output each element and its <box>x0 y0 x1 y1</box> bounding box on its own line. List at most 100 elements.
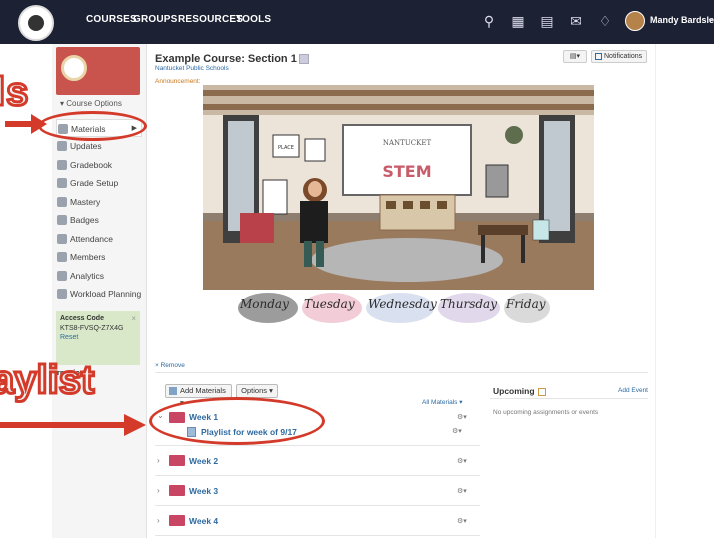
arrow-right-icon <box>0 414 146 436</box>
folder-label[interactable]: Week 4 <box>189 516 218 526</box>
school-logo[interactable] <box>18 5 54 41</box>
bitmoji-classroom-image[interactable]: NANTUCKET STEM PLACE <box>203 85 594 290</box>
user-avatar[interactable] <box>625 11 645 31</box>
notifications-button[interactable]: Notifications <box>591 50 647 63</box>
access-code-label: Access Code <box>60 315 104 322</box>
sidebar-item-label: Updates <box>70 141 102 151</box>
gradebook-icon <box>57 160 67 170</box>
sidebar-item-workload-planning[interactable]: Workload Planning <box>56 285 142 303</box>
course-options-label: Course Options <box>66 99 122 108</box>
week1-highlight-oval <box>149 397 325 445</box>
sidebar-item-label: Members <box>70 252 106 262</box>
sidebar-item-label: Badges <box>70 215 99 225</box>
nav-groups[interactable]: GROUPS <box>133 14 178 25</box>
add-event-link[interactable]: Add Event <box>618 387 648 394</box>
course-info-icon[interactable] <box>298 54 309 65</box>
course-options-toggle[interactable]: ▾ Course Options <box>60 99 122 108</box>
analytics-icon <box>57 271 67 281</box>
search-icon[interactable]: ⚲ <box>480 12 498 30</box>
nav-courses[interactable]: COURSES <box>86 14 137 25</box>
sidebar-item-mastery[interactable]: Mastery <box>56 193 142 211</box>
add-materials-icon <box>169 387 177 395</box>
heart-icon <box>61 55 87 81</box>
gear-icon[interactable]: ⚙▾ <box>457 517 467 525</box>
folder-icon <box>169 485 185 496</box>
upcoming-empty-message: No upcoming assignments or events <box>493 409 599 416</box>
folder-row-week-4[interactable]: › Week 4 ⚙▾ <box>155 506 480 536</box>
folder-icon <box>169 515 185 526</box>
upcoming-panel <box>488 376 650 538</box>
chevron-down-icon[interactable]: ⌄ <box>707 13 714 24</box>
view-toggle-button[interactable]: ▤▾ <box>563 50 587 63</box>
gear-icon[interactable]: ⚙▾ <box>457 413 467 421</box>
badge-icon <box>57 215 67 225</box>
access-code-box: Access Code KTS8-FVSQ-Z7X4G Reset × <box>56 311 140 365</box>
notifications-label: Notifications <box>604 53 643 60</box>
upcoming-heading: Upcoming <box>493 386 546 396</box>
school-link[interactable]: Nantucket Public Schools <box>155 65 229 72</box>
workload-planning-icon <box>57 289 67 299</box>
close-icon[interactable]: × <box>131 314 136 323</box>
sidebar-item-analytics[interactable]: Analytics <box>56 267 142 285</box>
folder-label[interactable]: Week 3 <box>189 486 218 496</box>
right-margin <box>655 44 714 538</box>
sidebar-item-members[interactable]: Members <box>56 248 142 266</box>
place-sign-text: PLACE <box>278 145 294 151</box>
add-materials-label: Add Materials <box>180 386 226 395</box>
sidebar-item-label: Gradebook <box>70 160 113 170</box>
grade-setup-icon <box>57 178 67 188</box>
day-wednesday: Wednesday <box>368 297 437 311</box>
attendance-icon <box>57 234 67 244</box>
members-icon <box>57 252 67 262</box>
add-materials-button[interactable]: Add Materials ▾ <box>165 384 232 407</box>
course-picture[interactable] <box>56 47 140 95</box>
upcoming-divider <box>490 398 648 399</box>
sidebar-item-label: Attendance <box>70 234 114 244</box>
announcement-label: Announcement: <box>155 78 201 85</box>
chevron-right-icon[interactable]: › <box>157 456 160 465</box>
remove-announcement-link[interactable]: × Remove <box>155 362 185 369</box>
weekday-banner-image: Monday Tuesday Wednesday Thursday Friday <box>232 293 550 325</box>
nav-resources[interactable]: RESOURCES <box>178 14 243 25</box>
updates-icon <box>57 141 67 151</box>
sidebar-item-badges[interactable]: Badges <box>56 211 142 229</box>
user-name[interactable]: Mandy Bardsley <box>650 15 714 25</box>
sidebar-item-label: Analytics <box>70 271 105 281</box>
materials-highlight-oval <box>38 111 147 141</box>
gear-icon[interactable]: ⚙▾ <box>457 457 467 465</box>
access-code-value: KTS8-FVSQ-Z7X4G <box>60 325 124 332</box>
all-materials-dropdown[interactable]: All Materials ▾ <box>422 398 462 406</box>
sidebar-item-grade-setup[interactable]: Grade Setup <box>56 174 142 192</box>
course-title-text: Example Course: Section 1 <box>155 53 297 65</box>
course-title: Example Course: Section 1 <box>155 53 309 65</box>
messages-icon[interactable]: ✉ <box>567 12 585 30</box>
options-label: Options <box>241 386 267 395</box>
sidebar-item-label: Workload Planning <box>70 289 142 299</box>
playlist-callout-text: aylist <box>0 357 96 404</box>
gear-icon[interactable]: ⚙▾ <box>457 487 467 495</box>
all-materials-label: All Materials <box>422 399 458 406</box>
notifications-bell-icon[interactable]: ♢ <box>596 12 614 30</box>
sidebar-item-gradebook[interactable]: Gradebook <box>56 156 142 174</box>
folder-row-week-2[interactable]: › Week 2 ⚙▾ <box>155 446 480 476</box>
apps-grid-icon[interactable]: ▦ <box>509 12 527 30</box>
calendar-icon[interactable]: ▤ <box>538 12 556 30</box>
day-thursday: Thursday <box>440 297 497 311</box>
tools-callout-text: ls <box>0 69 30 116</box>
chevron-right-icon[interactable]: › <box>157 516 160 525</box>
classroom-illustration: NANTUCKET STEM PLACE <box>203 85 594 290</box>
nav-tools[interactable]: TOOLS <box>236 14 271 25</box>
folder-label[interactable]: Week 2 <box>189 456 218 466</box>
options-button[interactable]: Options ▾ <box>236 384 278 398</box>
access-code-reset-link[interactable]: Reset <box>60 334 136 341</box>
calendar-icon[interactable] <box>537 387 546 396</box>
sidebar-item-label: Mastery <box>70 197 101 207</box>
chevron-right-icon[interactable]: › <box>157 486 160 495</box>
stem-sign-text: STEM <box>382 162 431 181</box>
folder-row-week-3[interactable]: › Week 3 ⚙▾ <box>155 476 480 506</box>
mastery-icon <box>57 197 67 207</box>
day-tuesday: Tuesday <box>304 297 355 311</box>
gear-icon[interactable]: ⚙▾ <box>452 427 462 435</box>
folder-icon <box>169 455 185 466</box>
sidebar-item-attendance[interactable]: Attendance <box>56 230 142 248</box>
